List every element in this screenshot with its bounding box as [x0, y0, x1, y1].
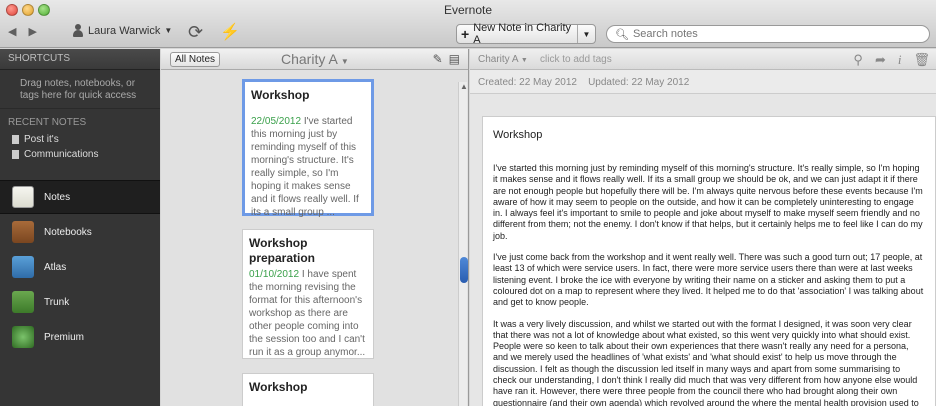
notebook-icon [12, 221, 34, 243]
sidebar-item-label: Notes [44, 191, 71, 203]
back-icon[interactable]: ◀ [8, 25, 16, 38]
note-paragraph[interactable]: I've started this morning just by remind… [493, 163, 925, 242]
trash-icon[interactable]: 🗑︎ [913, 52, 930, 68]
note-body[interactable]: Workshop I've started this morning just … [482, 116, 936, 406]
recent-notes-header: RECENT NOTES [8, 117, 87, 128]
note-card[interactable]: Workshop 22/05/2012 I've started this mo… [242, 79, 374, 219]
search-icon: 🔍︎ [615, 28, 629, 41]
note-paragraph[interactable]: It was a very lively discussion, and whi… [493, 319, 925, 406]
sidebar-item-trunk[interactable]: Trunk [0, 285, 160, 319]
chevron-down-icon: ▼ [340, 57, 349, 66]
sidebar-item-label: Atlas [44, 261, 67, 273]
sidebar-item-label: Notebooks [44, 226, 92, 238]
view-toggle-icon[interactable]: ▤ [449, 52, 460, 66]
recent-note-label: Communications [24, 149, 99, 160]
note-title[interactable]: Workshop [493, 129, 925, 141]
notebook-selector[interactable]: Charity A ▼ [478, 54, 528, 65]
notebook-title-dropdown[interactable]: Charity A ▼ [281, 51, 349, 67]
note-icon [12, 150, 19, 159]
editor-header: Charity A ▼ click to add tags ⚲ ➦ i 🗑︎ [470, 49, 936, 70]
editor-tools: ⚲ ➦ i 🗑︎ [853, 52, 930, 68]
activity-icon[interactable]: ⚡ [220, 22, 240, 42]
note-card-title: Workshop preparation [249, 236, 316, 265]
sidebar-item-atlas[interactable]: Atlas [0, 250, 160, 284]
sidebar-item-label: Trunk [44, 296, 70, 308]
chevron-down-icon: ▼ [164, 26, 173, 35]
user-name: Laura Warwick [88, 24, 161, 37]
updated-date: Updated: 22 May 2012 [588, 77, 690, 88]
notes-icon [12, 186, 34, 208]
sidebar: SHORTCUTS Drag notes, notebooks, or tags… [0, 49, 160, 406]
recent-note-item[interactable]: Communications [0, 147, 160, 162]
recent-note-item[interactable]: Post it's [0, 132, 160, 147]
recent-note-label: Post it's [24, 134, 59, 145]
note-paragraph[interactable]: I've just come back from the workshop an… [493, 252, 925, 308]
share-icon[interactable]: ➦ [875, 52, 886, 68]
note-card-snippet: 22/05/2012 I've started this morning jus… [251, 115, 365, 219]
editor-notebook: Charity A [478, 54, 519, 65]
tags-field[interactable]: click to add tags [540, 54, 612, 65]
scroll-up-icon[interactable]: ▲ [460, 82, 468, 91]
chevron-down-icon: ▼ [520, 57, 528, 64]
new-note-button[interactable]: + New Note in Charity A ▼ [456, 22, 596, 46]
sidebar-item-notebooks[interactable]: Notebooks [0, 215, 160, 249]
note-card-text: I've started this morning just by remind… [251, 116, 359, 218]
note-card-text: I have spent the morning revising the fo… [249, 269, 366, 358]
window-title: Evernote [443, 3, 493, 17]
note-card-date: 01/10/2012 [249, 269, 300, 280]
account-menu-button[interactable]: Laura Warwick ▼ [72, 24, 172, 37]
edit-icon[interactable]: ✎ [433, 52, 443, 66]
search-box[interactable]: 🔍︎ [606, 25, 930, 43]
note-list-scrollbar[interactable]: ▲ [458, 82, 468, 406]
forward-icon[interactable]: ▶ [28, 25, 36, 38]
shortcuts-header: SHORTCUTS [0, 49, 160, 70]
note-card[interactable]: Workshop [242, 373, 374, 406]
new-note-label: New Note in Charity A [473, 22, 572, 46]
note-list-header: All Notes Charity A ▼ ✎ ▤ [161, 49, 468, 70]
nav-arrows: ◀ ▶ [8, 25, 37, 38]
new-note-dropdown-icon[interactable]: ▼ [577, 25, 595, 43]
all-notes-button[interactable]: All Notes [170, 52, 221, 67]
reminder-icon[interactable]: ⚲ [853, 52, 863, 68]
sidebar-item-notes[interactable]: Notes [0, 180, 160, 214]
list-tools: ✎ ▤ [433, 52, 460, 66]
premium-icon [12, 326, 34, 348]
plus-icon: + [461, 26, 470, 42]
sidebar-item-label: Premium [44, 331, 85, 343]
map-icon [12, 256, 34, 278]
note-list: All Notes Charity A ▼ ✎ ▤ Workshop 22/05… [161, 49, 469, 406]
sync-icon[interactable]: ⟳ [188, 22, 203, 43]
note-metadata: Created: 22 May 2012 Updated: 22 May 201… [470, 70, 936, 94]
note-icon [12, 135, 19, 144]
shortcuts-hint: Drag notes, notebooks, or tags here for … [0, 70, 160, 109]
user-icon [72, 24, 84, 37]
created-date: Created: 22 May 2012 [478, 77, 577, 88]
toolbar: Evernote ◀ ▶ Laura Warwick ▼ ⟳ ⚡ + New N… [0, 0, 936, 48]
scrollbar-thumb[interactable] [460, 257, 468, 283]
note-card[interactable]: Workshop preparation 01/10/2012 I have s… [242, 229, 374, 359]
search-input[interactable] [632, 28, 913, 40]
note-card-title: Workshop [249, 380, 308, 394]
info-icon[interactable]: i [898, 52, 902, 68]
note-card-title: Workshop [251, 88, 310, 102]
trunk-icon [12, 291, 34, 313]
note-editor: Charity A ▼ click to add tags ⚲ ➦ i 🗑︎ C… [470, 49, 936, 406]
notebook-title: Charity A [281, 51, 338, 67]
note-card-snippet: 01/10/2012 I have spent the morning revi… [249, 268, 367, 359]
note-card-date: 22/05/2012 [251, 116, 302, 127]
sidebar-item-premium[interactable]: Premium [0, 320, 160, 354]
